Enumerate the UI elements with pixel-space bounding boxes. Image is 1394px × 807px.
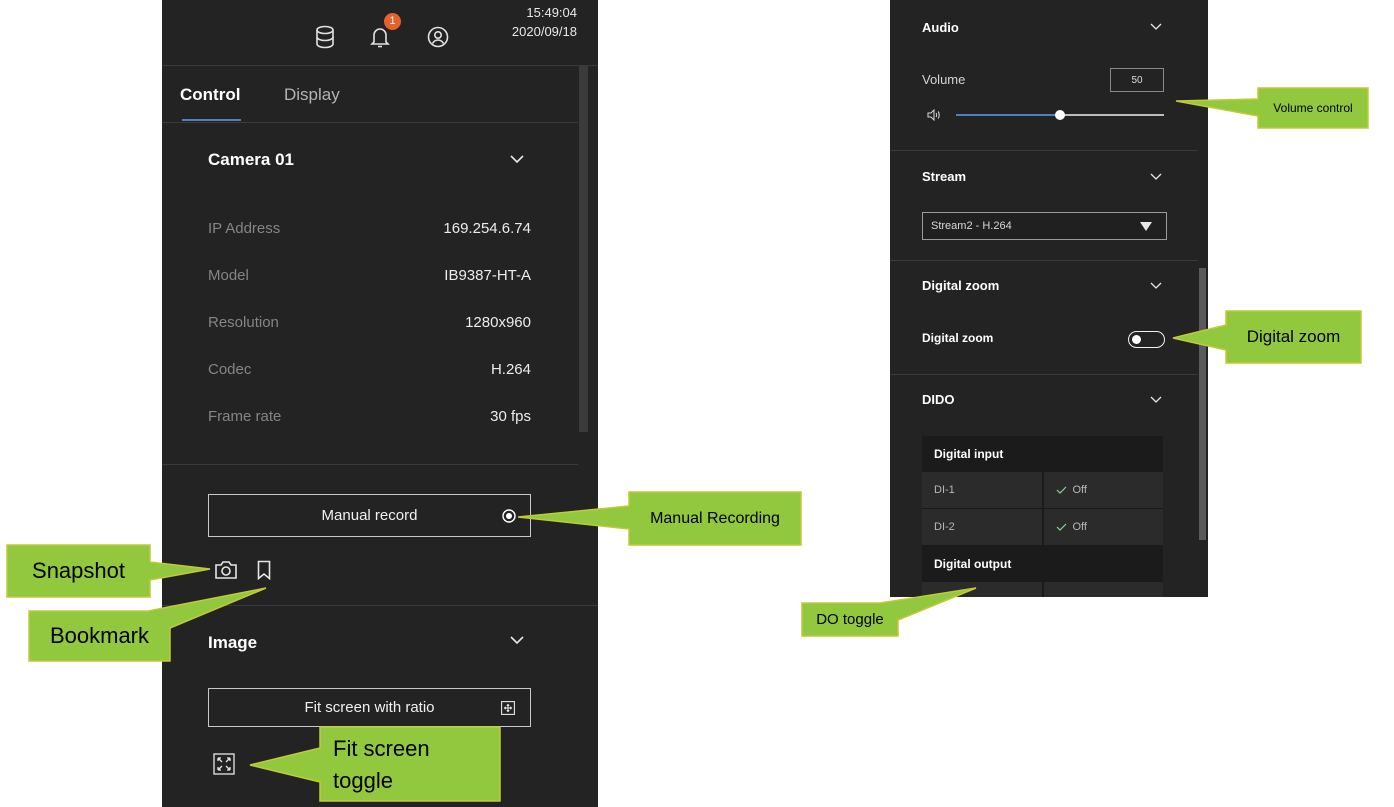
- clock-time: 15:49:04: [526, 5, 577, 20]
- stream-select[interactable]: Stream2 - H.264: [922, 212, 1167, 240]
- table-row: DI-1 Off: [922, 472, 1163, 508]
- camera-title: Camera 01: [208, 150, 295, 169]
- callout-volume-control: Volume control: [1273, 101, 1353, 115]
- fullscreen-icon[interactable]: [213, 753, 235, 775]
- digital-input-header: Digital input: [922, 436, 1163, 471]
- resolution-value: 1280x960: [465, 314, 531, 331]
- tab-control[interactable]: Control: [180, 84, 240, 106]
- control-panel: 1 15:49:04 2020/09/18 Control Display Ca…: [162, 0, 598, 807]
- settings-panel-scrollbar[interactable]: [1199, 268, 1206, 540]
- notification-badge: 1: [384, 13, 401, 30]
- check-icon: [1056, 486, 1067, 494]
- actions-divider: [162, 605, 598, 606]
- camera-icon[interactable]: [214, 560, 238, 580]
- audio-divider: [890, 150, 1198, 151]
- audio-title: Audio: [922, 20, 959, 35]
- toggle-knob: [1132, 334, 1141, 344]
- volume-slider[interactable]: [956, 110, 1164, 120]
- volume-label: Volume: [922, 72, 966, 87]
- di-state-text: Off: [1072, 521, 1087, 533]
- callout-bookmark: Bookmark: [49, 623, 150, 648]
- frame-rate-label: Frame rate: [208, 408, 282, 425]
- callout-snapshot: Snapshot: [32, 558, 125, 583]
- chevron-down-icon[interactable]: [510, 155, 524, 163]
- camera-divider: [162, 464, 578, 465]
- header-divider: [162, 65, 598, 66]
- chevron-down-icon[interactable]: [1150, 396, 1162, 403]
- digital-zoom-label: Digital zoom: [922, 331, 994, 345]
- di-state-cell: Off: [1043, 472, 1163, 508]
- table-row: DI-2 Off: [922, 509, 1163, 545]
- volume-slider-fill: [956, 114, 1060, 116]
- record-icon: [502, 509, 516, 523]
- check-icon: [1056, 523, 1067, 531]
- dido-title: DIDO: [922, 392, 955, 407]
- do-name-cell: [922, 582, 1042, 597]
- manual-record-label: Manual record: [321, 507, 418, 524]
- callout-fit-screen-toggle: Fit screen toggle: [333, 736, 430, 793]
- callout-manual-recording: Manual Recording: [650, 509, 780, 527]
- fit-ratio-icon: [501, 701, 515, 715]
- model-label: Model: [208, 267, 249, 284]
- screenshot-stage: 1 15:49:04 2020/09/18 Control Display Ca…: [0, 0, 1394, 807]
- volume-input[interactable]: 50: [1110, 68, 1164, 92]
- settings-panel: Audio Volume 50 Stream Stream2 - H.264 D…: [890, 0, 1208, 597]
- model-value: IB9387-HT-A: [444, 267, 531, 284]
- dido-table: Digital input DI-1 Off DI-2 Off Digital …: [922, 436, 1163, 597]
- di-state-text: Off: [1072, 484, 1087, 496]
- table-row: [922, 582, 1163, 597]
- volume-slider-knob[interactable]: [1055, 110, 1065, 120]
- stream-divider: [890, 260, 1198, 261]
- chevron-down-icon[interactable]: [1150, 173, 1162, 180]
- fit-screen-with-ratio-label: Fit screen with ratio: [304, 699, 435, 716]
- do-toggle-cell[interactable]: [1043, 582, 1163, 597]
- codec-value: H.264: [490, 361, 531, 378]
- control-panel-scrollbar[interactable]: [579, 66, 588, 432]
- digital-output-header: Digital output: [922, 546, 1163, 581]
- database-icon[interactable]: [315, 25, 335, 49]
- stream-select-value: Stream2 - H.264: [931, 220, 1012, 232]
- clock: 15:49:04 2020/09/18: [512, 3, 577, 41]
- speaker-icon: [927, 109, 941, 121]
- chevron-down-icon[interactable]: [1150, 282, 1162, 289]
- image-section-title: Image: [208, 633, 258, 652]
- di-state-cell: Off: [1043, 509, 1163, 545]
- resolution-label: Resolution: [208, 314, 279, 331]
- di-name-cell: DI-2: [922, 509, 1042, 545]
- callout-digital-zoom: Digital zoom: [1246, 327, 1341, 346]
- fit-screen-with-ratio-button[interactable]: Fit screen with ratio: [208, 688, 531, 727]
- tabs-divider: [162, 122, 578, 123]
- caret-down-icon: [1140, 222, 1152, 231]
- manual-record-button[interactable]: Manual record: [208, 494, 531, 537]
- callout-do-toggle: DO toggle: [816, 611, 884, 628]
- clock-date: 2020/09/18: [511, 24, 577, 39]
- bookmark-icon[interactable]: [257, 560, 271, 580]
- ip-address-value: 169.254.6.74: [443, 220, 531, 237]
- codec-label: Codec: [208, 361, 252, 378]
- frame-rate-value: 30 fps: [490, 408, 531, 425]
- ip-address-label: IP Address: [208, 220, 281, 237]
- digital-zoom-title: Digital zoom: [922, 278, 1000, 293]
- stream-title: Stream: [922, 169, 967, 184]
- digital-zoom-divider: [890, 374, 1198, 375]
- user-icon[interactable]: [427, 26, 449, 48]
- digital-zoom-toggle[interactable]: [1128, 331, 1165, 348]
- chevron-down-icon[interactable]: [510, 636, 524, 644]
- di-name-cell: DI-1: [922, 472, 1042, 508]
- active-tab-indicator: [182, 119, 241, 121]
- chevron-down-icon[interactable]: [1150, 23, 1162, 30]
- tab-display[interactable]: Display: [284, 84, 340, 106]
